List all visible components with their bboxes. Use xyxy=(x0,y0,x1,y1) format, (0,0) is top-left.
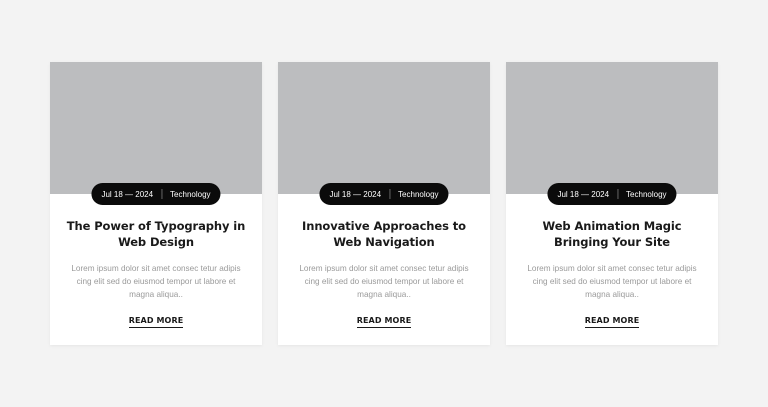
post-excerpt: Lorem ipsum dolor sit amet consec tetur … xyxy=(527,264,697,299)
blog-card: Jul 18 — 2024 Technology The Power of Ty… xyxy=(50,62,262,345)
blog-card: Jul 18 — 2024 Technology Innovative Appr… xyxy=(278,62,490,345)
card-image-placeholder[interactable] xyxy=(506,62,718,194)
post-category[interactable]: Technology xyxy=(626,190,666,199)
card-image-placeholder[interactable] xyxy=(278,62,490,194)
post-date: Jul 18 — 2024 xyxy=(557,189,610,199)
card-image-placeholder[interactable] xyxy=(50,62,262,194)
post-title[interactable]: Web Animation Magic Bringing Your Site xyxy=(520,219,704,250)
post-category[interactable]: Technology xyxy=(170,190,210,199)
post-title[interactable]: The Power of Typography in Web Design xyxy=(64,219,248,250)
post-date: Jul 18 — 2024 xyxy=(101,189,154,199)
post-excerpt: Lorem ipsum dolor sit amet consec tetur … xyxy=(299,264,469,299)
post-meta-pill: Jul 18 — 2024 Technology xyxy=(91,183,221,205)
meta-divider xyxy=(389,189,391,199)
post-meta-pill: Jul 18 — 2024 Technology xyxy=(319,183,449,205)
blog-card: Jul 18 — 2024 Technology Web Animation M… xyxy=(506,62,718,345)
read-more-link[interactable]: READ MORE xyxy=(356,316,412,328)
read-more-link[interactable]: READ MORE xyxy=(584,316,640,328)
card-body: Web Animation Magic Bringing Your Site L… xyxy=(506,194,718,328)
card-body: Innovative Approaches to Web Navigation … xyxy=(278,194,490,328)
post-category[interactable]: Technology xyxy=(398,190,438,199)
post-date: Jul 18 — 2024 xyxy=(329,189,382,199)
blog-card-grid: Jul 18 — 2024 Technology The Power of Ty… xyxy=(50,62,718,345)
read-more-link[interactable]: READ MORE xyxy=(128,316,184,328)
meta-divider xyxy=(617,189,619,199)
post-title[interactable]: Innovative Approaches to Web Navigation xyxy=(292,219,476,250)
meta-divider xyxy=(161,189,163,199)
post-excerpt: Lorem ipsum dolor sit amet consec tetur … xyxy=(71,264,241,299)
post-meta-pill: Jul 18 — 2024 Technology xyxy=(547,183,677,205)
card-body: The Power of Typography in Web Design Lo… xyxy=(50,194,262,328)
